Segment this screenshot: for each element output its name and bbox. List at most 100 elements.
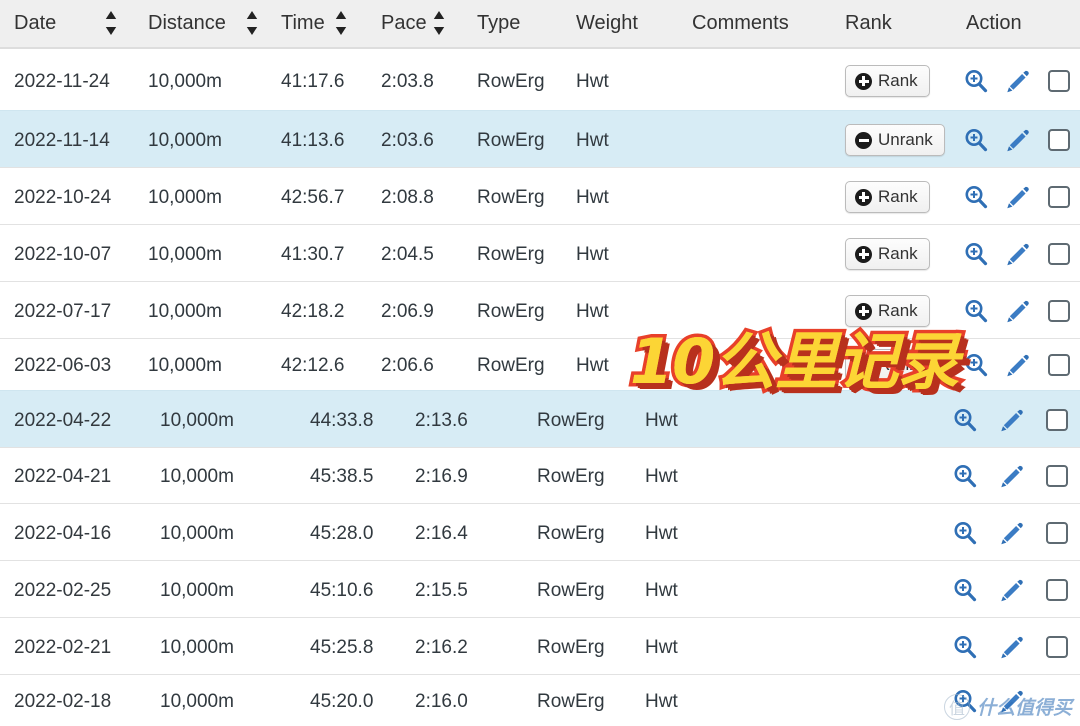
pencil-edit-icon[interactable]: [999, 634, 1025, 660]
cell-pace: 2:16.4: [415, 523, 468, 544]
plus-circle-icon: [855, 188, 872, 206]
checkbox-unchecked-icon[interactable]: [1046, 579, 1068, 601]
sort-updown-icon-pace[interactable]: [432, 10, 446, 36]
column-header-rank: Rank: [845, 12, 892, 34]
cell-pace: 2:16.9: [415, 466, 468, 487]
zoom-in-magnifier-icon[interactable]: [963, 352, 989, 378]
pencil-edit-icon[interactable]: [999, 463, 1025, 489]
cell-weight: Hwt: [576, 71, 609, 92]
plus-circle-icon: [855, 302, 872, 320]
cell-date: 2022-04-22: [14, 410, 112, 431]
rank-button[interactable]: Rank: [845, 181, 930, 213]
cell-distance: 10,000m: [160, 466, 234, 487]
cell-pace: 2:16.0: [415, 691, 468, 712]
cell-distance: 10,000m: [148, 355, 222, 376]
cell-type: RowErg: [537, 523, 605, 544]
checkbox-unchecked-icon[interactable]: [1048, 186, 1070, 208]
pencil-edit-icon[interactable]: [1005, 352, 1031, 378]
zoom-in-magnifier-icon[interactable]: [952, 520, 978, 546]
zoom-in-magnifier-icon[interactable]: [963, 241, 989, 267]
zoom-in-magnifier-icon[interactable]: [952, 634, 978, 660]
zoom-in-magnifier-icon[interactable]: [963, 127, 989, 153]
cell-distance: 10,000m: [160, 691, 234, 712]
cell-date: 2022-04-16: [14, 523, 112, 544]
pencil-edit-icon[interactable]: [1005, 127, 1031, 153]
pencil-edit-icon[interactable]: [999, 688, 1025, 714]
cell-distance: 10,000m: [160, 410, 234, 431]
zoom-in-magnifier-icon[interactable]: [963, 184, 989, 210]
pencil-edit-icon[interactable]: [1005, 184, 1031, 210]
rank-button[interactable]: Rank: [845, 349, 930, 381]
table-row[interactable]: 2022-07-17 10,000m 42:18.2 2:06.9 RowErg Hwt R…: [0, 281, 1080, 338]
checkbox-unchecked-icon[interactable]: [1046, 522, 1068, 544]
checkbox-unchecked-icon[interactable]: [1046, 465, 1068, 487]
column-header-action: Action: [966, 12, 1022, 34]
pencil-edit-icon[interactable]: [1005, 298, 1031, 324]
cell-weight: Hwt: [645, 410, 678, 431]
cell-pace: 2:03.6: [381, 130, 434, 151]
cell-type: RowErg: [537, 466, 605, 487]
cell-date: 2022-10-24: [14, 187, 112, 208]
cell-weight: Hwt: [645, 466, 678, 487]
table-row[interactable]: 2022-11-14 10,000m 41:13.6 2:03.6 RowErg Hwt U…: [0, 110, 1080, 167]
cell-weight: Hwt: [576, 130, 609, 151]
cell-weight: Hwt: [645, 637, 678, 658]
rank-button-label: Rank: [878, 244, 918, 263]
column-header-comments: Comments: [692, 12, 789, 34]
zoom-in-magnifier-icon[interactable]: [952, 577, 978, 603]
table-row[interactable]: 2022-10-07 10,000m 41:30.7 2:04.5 RowErg Hwt R…: [0, 224, 1080, 281]
pencil-edit-icon[interactable]: [999, 407, 1025, 433]
zoom-in-magnifier-icon[interactable]: [952, 463, 978, 489]
cell-distance: 10,000m: [148, 244, 222, 265]
cell-date: 2022-07-17: [14, 301, 112, 322]
column-header-pace[interactable]: Pace: [381, 12, 427, 35]
table-row[interactable]: 2022-04-21 10,000m 45:38.5 2:16.9 RowErg Hwt: [0, 447, 1080, 503]
sort-updown-icon-date[interactable]: [104, 10, 118, 36]
rank-button[interactable]: Rank: [845, 238, 930, 270]
table-row[interactable]: 2022-02-25 10,000m 45:10.6 2:15.5 RowErg Hwt: [0, 560, 1080, 617]
table-row[interactable]: 2022-06-03 10,000m 42:12.6 2:06.6 RowErg Hwt R…: [0, 338, 1080, 390]
cell-time: 42:18.2: [281, 301, 345, 322]
zoom-in-magnifier-icon[interactable]: [963, 68, 989, 94]
cell-time: 45:10.6: [310, 580, 374, 601]
pencil-edit-icon[interactable]: [1005, 241, 1031, 267]
cell-distance: 10,000m: [160, 523, 234, 544]
checkbox-unchecked-icon[interactable]: [1048, 129, 1070, 151]
checkbox-unchecked-icon[interactable]: [1048, 300, 1070, 322]
table-row[interactable]: 2022-02-21 10,000m 45:25.8 2:16.2 RowErg Hwt: [0, 617, 1080, 674]
cell-time: 41:17.6: [281, 71, 345, 92]
table-row[interactable]: 2022-04-22 10,000m 44:33.8 2:13.6 RowErg Hwt: [0, 390, 1080, 447]
sort-updown-icon-time[interactable]: [334, 10, 348, 36]
cell-type: RowErg: [477, 244, 545, 265]
column-header-distance[interactable]: Distance: [148, 12, 226, 35]
cell-time: 42:12.6: [281, 355, 345, 376]
cell-time: 45:38.5: [310, 466, 374, 487]
checkbox-unchecked-icon[interactable]: [1048, 243, 1070, 265]
rank-button[interactable]: Rank: [845, 295, 930, 327]
checkbox-unchecked-icon[interactable]: [1048, 70, 1070, 92]
table-row[interactable]: 2022-04-16 10,000m 45:28.0 2:16.4 RowErg Hwt: [0, 503, 1080, 560]
column-header-time[interactable]: Time: [281, 12, 325, 35]
table-row[interactable]: 2022-11-24 10,000m 41:17.6 2:03.8 RowErg Hwt R…: [0, 51, 1080, 110]
cell-date: 2022-02-21: [14, 637, 112, 658]
rank-button[interactable]: Rank: [845, 65, 930, 97]
table-row[interactable]: 2022-10-24 10,000m 42:56.7 2:08.8 RowErg Hwt R…: [0, 167, 1080, 224]
cell-pace: 2:06.9: [381, 301, 434, 322]
checkbox-unchecked-icon[interactable]: [1046, 636, 1068, 658]
cell-time: 45:20.0: [310, 691, 374, 712]
zoom-in-magnifier-icon[interactable]: [952, 407, 978, 433]
pencil-edit-icon[interactable]: [999, 520, 1025, 546]
cell-distance: 10,000m: [148, 71, 222, 92]
zoom-in-magnifier-icon[interactable]: [952, 688, 978, 714]
unrank-button[interactable]: Unrank: [845, 124, 945, 156]
table-row[interactable]: 2022-02-18 10,000m 45:20.0 2:16.0 RowErg Hwt: [0, 674, 1080, 726]
pencil-edit-icon[interactable]: [999, 577, 1025, 603]
column-header-type: Type: [477, 12, 521, 34]
checkbox-unchecked-icon[interactable]: [1048, 354, 1070, 376]
column-header-date[interactable]: Date: [14, 12, 56, 35]
checkbox-unchecked-icon[interactable]: [1046, 409, 1068, 431]
sort-updown-icon-distance[interactable]: [245, 10, 259, 36]
cell-type: RowErg: [477, 301, 545, 322]
zoom-in-magnifier-icon[interactable]: [963, 298, 989, 324]
pencil-edit-icon[interactable]: [1005, 68, 1031, 94]
